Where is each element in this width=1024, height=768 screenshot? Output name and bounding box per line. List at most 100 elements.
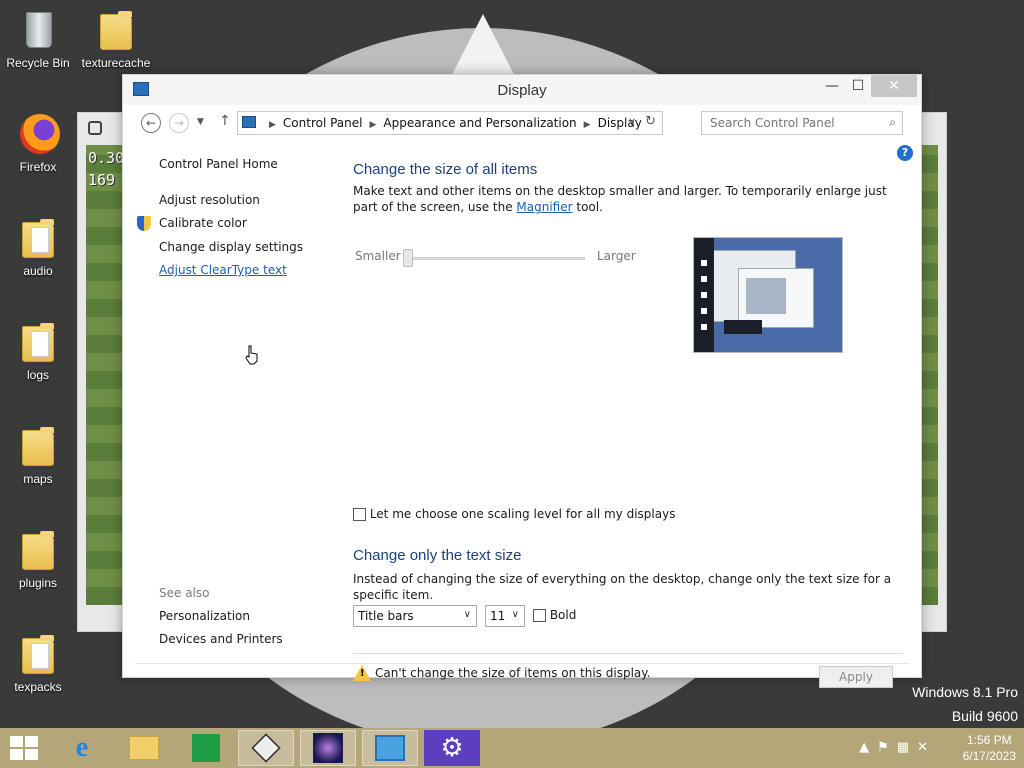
help-icon[interactable]: ? <box>897 145 913 161</box>
sidebar-control-panel-home[interactable]: Control Panel Home <box>159 157 278 171</box>
navigation-bar: ← → ▼ ↑ ▶ Control Panel ▶ Appearance and Pe… <box>137 111 911 137</box>
desktop-icon-label: maps <box>23 472 53 486</box>
desktop-icon-recycle-bin[interactable]: Recycle Bin <box>0 8 76 70</box>
taskbar-display-control-panel[interactable] <box>362 730 418 766</box>
size-section-heading: Change the size of all items <box>353 161 538 178</box>
size-slider-group: Smaller Larger <box>353 249 643 279</box>
cube-app-icon <box>251 733 281 763</box>
internet-explorer-icon: e <box>75 732 89 763</box>
bold-checkbox[interactable] <box>533 609 546 622</box>
text-size-select-value: 11 <box>490 609 506 623</box>
desktop-icon-label: texturecache <box>81 56 151 70</box>
app-cube-icon <box>88 121 102 135</box>
search-box[interactable]: ⌕ <box>701 111 903 135</box>
chevron-up-icon[interactable]: ▲ <box>859 740 877 755</box>
folder-icon <box>18 632 58 676</box>
desktop-icon-firefox[interactable]: Firefox <box>0 112 76 174</box>
bold-checkbox-label: Bold <box>549 608 577 622</box>
file-explorer-icon <box>129 736 159 760</box>
bold-checkbox-row[interactable]: Bold <box>533 608 576 622</box>
hand-pointer-cursor-icon <box>245 345 258 365</box>
game-debug-text: 0.30 169 <box>88 149 125 189</box>
recent-pages-chevron-icon[interactable]: ▼ <box>197 117 204 127</box>
sidebar-adjust-resolution[interactable]: Adjust resolution <box>159 193 260 207</box>
taskbar-internet-explorer[interactable]: e <box>54 730 110 766</box>
desktop-icon-plugins[interactable]: plugins <box>0 528 76 590</box>
up-arrow-button[interactable]: ↑ <box>219 113 231 129</box>
sidebar-calibrate-color[interactable]: Calibrate color <box>137 216 247 231</box>
desktop-icon-texpacks[interactable]: texpacks <box>0 632 76 694</box>
taskbar-galaxy-app[interactable] <box>300 730 356 766</box>
magnifier-link[interactable]: Magnifier <box>516 200 572 214</box>
sidebar-change-display-settings[interactable]: Change display settings <box>159 240 303 254</box>
system-tray: ▲⚑▦✕ <box>859 740 936 755</box>
display-settings-icon <box>375 735 405 761</box>
start-button[interactable] <box>10 736 38 760</box>
speaker-muted-icon[interactable]: ✕ <box>917 740 936 755</box>
clock-date: 6/17/2023 <box>962 749 1016 763</box>
close-button[interactable]: ✕ <box>871 75 917 97</box>
chevron-down-icon: ∨ <box>463 609 471 620</box>
search-input[interactable] <box>710 116 880 130</box>
slider-min-label: Smaller <box>355 249 401 263</box>
search-icon[interactable]: ⌕ <box>889 115 896 130</box>
recycle-bin-icon <box>18 8 58 52</box>
display-window: Display — ☐ ✕ ← → ▼ ↑ ▶ Control Panel ▶ App… <box>122 74 922 688</box>
desktop-icon-texturecache[interactable]: texturecache <box>78 8 154 70</box>
scaling-checkbox[interactable] <box>353 508 366 521</box>
text-item-select-value: Title bars <box>358 609 414 623</box>
breadcrumb: ▶ Control Panel ▶ Appearance and Personaliz… <box>269 116 642 130</box>
see-also-heading: See also <box>159 586 210 600</box>
breadcrumb-control-panel[interactable]: Control Panel <box>283 116 363 130</box>
window-bottom-edge <box>135 663 909 673</box>
divider <box>353 653 903 654</box>
flag-icon[interactable]: ⚑ <box>877 740 897 755</box>
see-also-devices-printers[interactable]: Devices and Printers <box>159 632 283 646</box>
display-preview-image <box>693 237 843 353</box>
taskbar-settings[interactable]: ⚙ <box>424 730 480 766</box>
taskbar-store[interactable] <box>178 730 234 766</box>
taskbar-file-explorer[interactable] <box>116 730 172 766</box>
windows-build-watermark: Build 9600 <box>951 708 1018 724</box>
store-icon <box>192 734 220 762</box>
windows-edition-watermark: Windows 8.1 Pro <box>912 684 1018 700</box>
size-section-description: Make text and other items on the desktop… <box>353 184 887 214</box>
desktop-icon-logs[interactable]: logs <box>0 320 76 382</box>
sidebar-adjust-cleartype[interactable]: Adjust ClearType text <box>159 263 287 277</box>
text-item-select[interactable]: Title bars ∨ <box>353 605 477 627</box>
scaling-checkbox-row[interactable]: Let me choose one scaling level for all … <box>353 507 675 521</box>
desktop-icon-label: Firefox <box>19 160 57 174</box>
desktop-icon-audio[interactable]: audio <box>0 216 76 278</box>
text-section-heading: Change only the text size <box>353 547 522 564</box>
network-icon[interactable]: ▦ <box>897 740 917 755</box>
control-panel-icon <box>242 116 256 128</box>
main-content: Change the size of all items Make text a… <box>353 161 905 688</box>
folder-icon <box>18 320 58 364</box>
text-size-select[interactable]: 11 ∨ <box>485 605 525 627</box>
clock[interactable]: 1:56 PM 6/17/2023 <box>963 732 1016 764</box>
folder-icon <box>18 528 58 572</box>
back-button[interactable]: ← <box>141 113 161 133</box>
uac-shield-icon <box>137 216 151 231</box>
taskbar: e ⚙ ▲⚑▦✕ 1:56 PM 6/17/2023 <box>0 728 1024 768</box>
maximize-button[interactable]: ☐ <box>843 75 873 97</box>
see-also-personalization[interactable]: Personalization <box>159 609 250 623</box>
address-dropdown-chevron-icon[interactable]: ∨ <box>628 115 636 128</box>
scaling-checkbox-label: Let me choose one scaling level for all … <box>369 507 676 521</box>
address-bar[interactable]: ▶ Control Panel ▶ Appearance and Personaliz… <box>237 111 663 135</box>
size-slider-thumb[interactable] <box>403 249 413 267</box>
forward-button[interactable]: → <box>169 113 189 133</box>
title-bar[interactable]: Display — ☐ ✕ <box>123 75 921 105</box>
breadcrumb-appearance[interactable]: Appearance and Personalization <box>383 116 576 130</box>
desktop-icon-label: audio <box>23 264 53 278</box>
text-section-description: Instead of changing the size of everythi… <box>353 572 892 602</box>
firefox-icon <box>18 112 60 156</box>
desktop-icon-maps[interactable]: maps <box>0 424 76 486</box>
game-viewport-left <box>86 145 124 605</box>
desktop-icon-label: logs <box>26 368 49 382</box>
size-slider-track[interactable] <box>409 257 585 260</box>
taskbar-minecraft[interactable] <box>238 730 294 766</box>
gear-icon: ⚙ <box>440 733 464 763</box>
refresh-icon[interactable]: ↻ <box>645 114 656 129</box>
desktop-icon-label: Recycle Bin <box>6 56 70 70</box>
